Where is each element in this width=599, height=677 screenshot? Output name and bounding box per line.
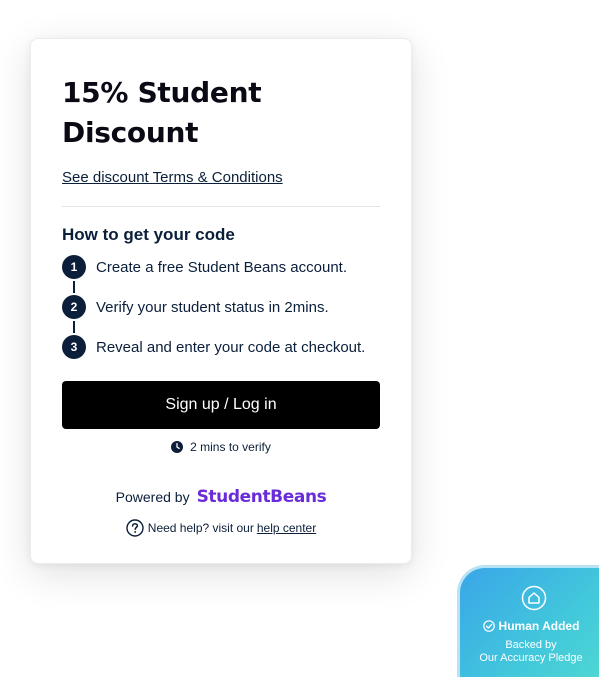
help-row: Need help? visit our help center [62,519,380,537]
pledge-logo-icon [521,585,547,611]
step-3: 3 Reveal and enter your code at checkout… [62,335,365,359]
powered-by: Powered by StudentBeans [62,487,380,507]
accuracy-pledge-badge[interactable]: Human Added Backed by Our Accuracy Pledg… [457,565,599,677]
help-text: Need help? visit our [147,521,254,535]
step-text: Reveal and enter your code at checkout. [96,338,366,356]
check-circle-icon [482,620,495,632]
step-connector [73,321,75,333]
badge-title: Human Added [498,619,580,633]
page: 15% Student Discount See discount Terms … [0,0,599,677]
step-number: 3 [62,335,86,359]
step-1: 1 Create a free Student Beans account. [62,255,347,279]
step-2: 2 Verify your student status in 2mins. [62,295,329,319]
step-text: Create a free Student Beans account. [96,258,347,276]
question-circle-icon [126,519,144,537]
step-text: Verify your student status in 2mins. [96,298,329,316]
step-number: 1 [62,255,86,279]
powered-by-label: Powered by [115,489,190,505]
help-center-link[interactable]: help center [257,521,316,535]
studentbeans-logo: StudentBeans [196,487,327,507]
badge-line-2: Our Accuracy Pledge [479,652,583,664]
step-number: 2 [62,295,86,319]
terms-link[interactable]: See discount Terms & Conditions [62,169,283,186]
steps-heading: How to get your code [62,225,235,244]
step-connector [73,281,75,293]
badge-title-row: Human Added [460,619,599,633]
badge-line-1: Backed by [505,639,557,651]
signup-login-button[interactable]: Sign up / Log in [62,381,380,429]
verify-time: 2 mins to verify [62,440,380,454]
badge-subtitle: Backed by Our Accuracy Pledge [460,639,599,665]
verify-text: 2 mins to verify [190,440,271,454]
clock-icon [171,441,184,453]
page-title: 15% Student Discount [62,76,262,149]
divider [62,206,380,207]
discount-card: 15% Student Discount See discount Terms … [30,38,412,564]
